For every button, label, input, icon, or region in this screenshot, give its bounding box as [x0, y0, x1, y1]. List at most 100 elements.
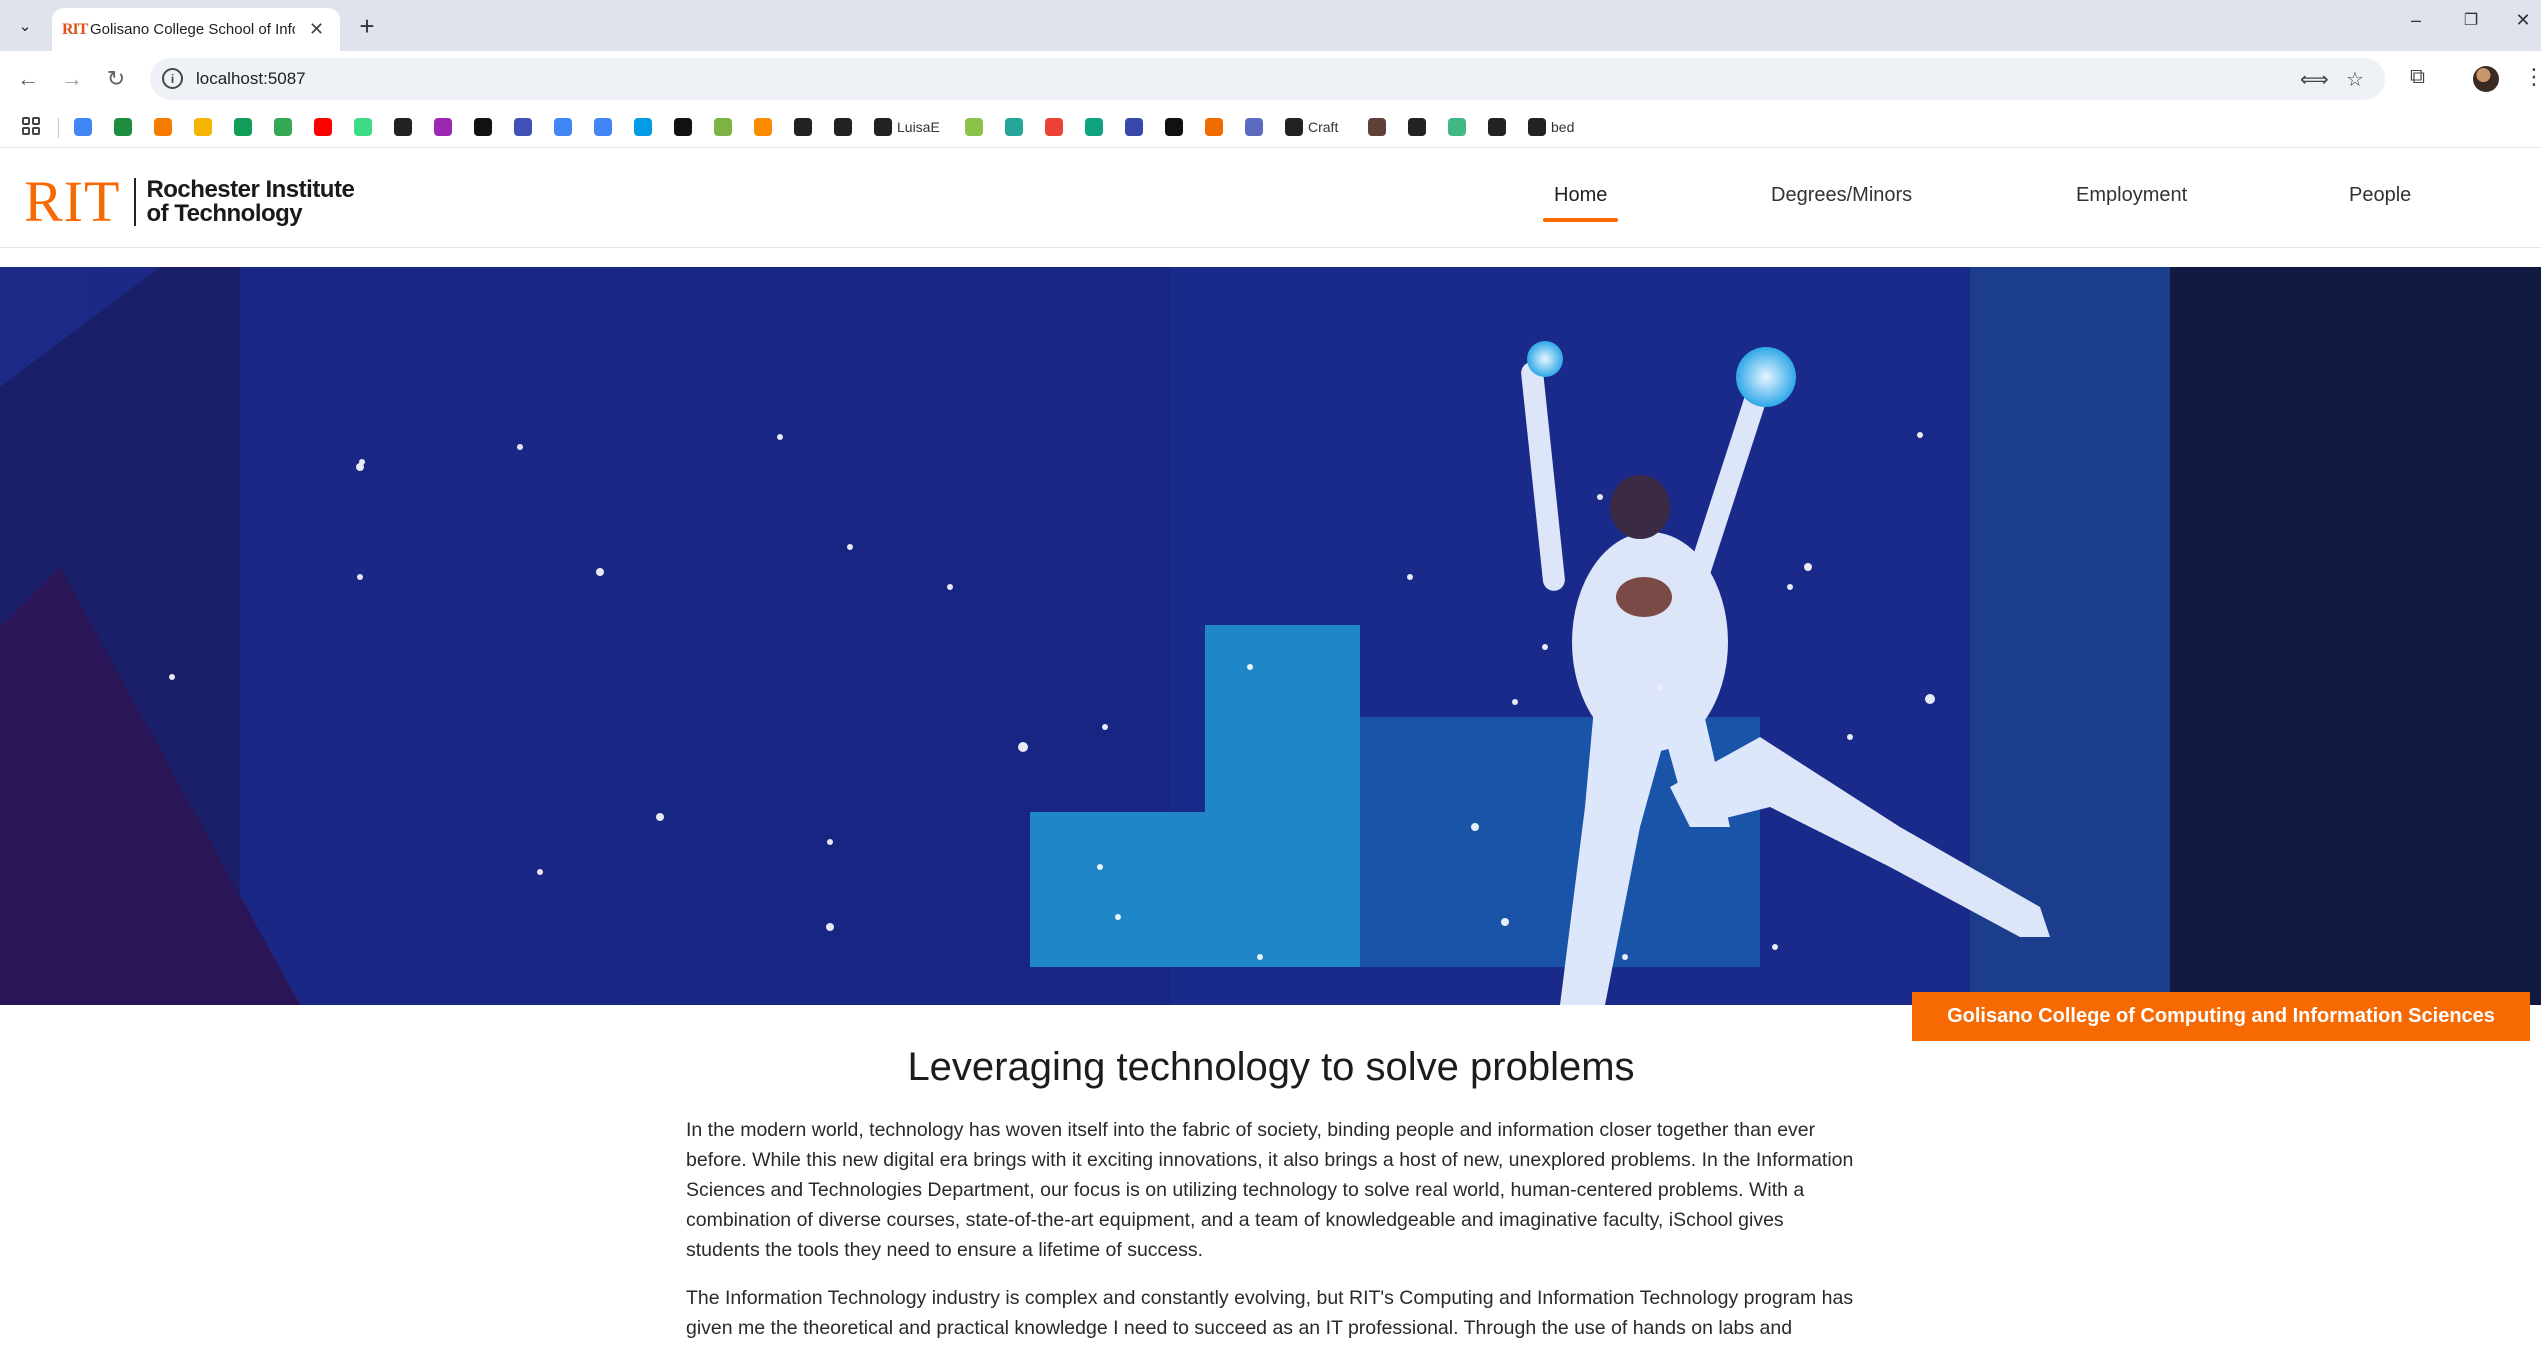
close-window-icon[interactable]: ✕ [2508, 10, 2538, 31]
bookmark-item[interactable] [1205, 117, 1223, 137]
bookmark-item[interactable] [1085, 117, 1103, 137]
notebook-icon [794, 118, 812, 136]
nav-degrees-minors[interactable]: Degrees/Minors [1771, 184, 1912, 207]
stack-icon [834, 118, 852, 136]
bookmark-item[interactable] [274, 117, 292, 137]
bookmark-item[interactable]: LuisaE [874, 117, 940, 137]
bookmark-item[interactable] [394, 117, 412, 137]
restore-icon[interactable]: ❐ [2456, 10, 2486, 30]
nav-active-indicator [1543, 218, 1618, 222]
calendar-icon [634, 118, 652, 136]
tab-title: Golisano College School of Information [90, 21, 295, 38]
bookmark-item[interactable] [74, 117, 92, 137]
image-icon [965, 118, 983, 136]
bookmark-item[interactable] [194, 117, 212, 137]
tab-search-chevron-icon[interactable]: ⌄ [10, 11, 40, 41]
forward-arrow-icon[interactable]: → [56, 63, 88, 95]
bookmark-star-icon[interactable]: ☆ [2346, 67, 2364, 92]
bookmark-item[interactable] [114, 117, 132, 137]
bookmark-item[interactable] [1488, 117, 1506, 137]
site-info-icon[interactable]: i [162, 68, 183, 89]
gmail-icon [1045, 118, 1063, 136]
browser-tab[interactable]: RIT Golisano College School of Informati… [52, 8, 340, 51]
bookmark-item[interactable] [154, 117, 172, 137]
bookmark-item[interactable] [514, 117, 532, 137]
bookmark-item[interactable] [434, 117, 452, 137]
apps-grid-icon[interactable] [22, 117, 40, 135]
bookmark-item[interactable]: Craft [1285, 117, 1338, 137]
browser-toolbar: ← → ↻ i localhost:5087 ⟺ ☆ ⧉ ⋮ [0, 51, 2541, 107]
api-icon [1205, 118, 1223, 136]
bookmarks-bar [0, 107, 2541, 148]
address-url[interactable]: localhost:5087 [196, 69, 306, 89]
profile-avatar[interactable] [2473, 66, 2499, 92]
bookmark-item[interactable] [1005, 117, 1023, 137]
cube-icon [1488, 118, 1506, 136]
sparkle-icon [554, 118, 572, 136]
hero-image [0, 267, 2541, 1005]
nav-employment[interactable]: Employment [2076, 184, 2187, 207]
bookmark-item[interactable] [1245, 117, 1263, 137]
translate-icon[interactable]: ⟺ [2300, 67, 2329, 92]
gear-icon [154, 118, 172, 136]
bookmark-item[interactable] [834, 117, 852, 137]
new-tab-plus-icon[interactable]: + [352, 11, 382, 41]
bookmarks-separator [58, 118, 59, 138]
browser-tab-strip: ⌄ RIT Golisano College School of Informa… [0, 0, 2541, 51]
spiral-icon [714, 118, 732, 136]
rit-logo[interactable]: RIT Rochester Institute of Technology [24, 169, 355, 234]
tools-icon [1125, 118, 1143, 136]
nav-people[interactable]: People [2349, 184, 2411, 207]
bookmark-item[interactable] [474, 117, 492, 137]
bookmark-item[interactable] [794, 117, 812, 137]
slides-icon [194, 118, 212, 136]
bookmark-item[interactable] [1448, 117, 1466, 137]
site-header: RIT Rochester Institute of Technology Ho… [0, 149, 2541, 248]
bookmark-item[interactable]: bed [1528, 117, 1574, 137]
testimonial-paragraph: The Information Technology industry is c… [686, 1287, 1854, 1339]
sun-icon [754, 118, 772, 136]
logo-wordmark: Rochester Institute of Technology [146, 178, 354, 226]
intro-paragraph: In the modern world, technology has wove… [686, 1119, 1854, 1261]
translate-icon [594, 118, 612, 136]
back-arrow-icon[interactable]: ← [12, 63, 44, 95]
hero-dancer-illustration [0, 267, 2541, 1005]
m-icon [1165, 118, 1183, 136]
drive-icon [274, 118, 292, 136]
bookmark-item[interactable] [714, 117, 732, 137]
college-badge: Golisano College of Computing and Inform… [1912, 992, 2530, 1041]
bookmark-label: LuisaE [897, 119, 940, 135]
bookmark-item[interactable] [554, 117, 572, 137]
nav-home[interactable]: Home [1554, 184, 1607, 207]
reload-icon[interactable]: ↻ [100, 63, 132, 95]
bookmark-item[interactable] [634, 117, 652, 137]
bookmark-item[interactable] [1165, 117, 1183, 137]
bookmark-item[interactable] [1368, 117, 1386, 137]
bookmark-item[interactable] [594, 117, 612, 137]
bookmark-item[interactable] [354, 117, 372, 137]
bookmark-item[interactable] [1125, 117, 1143, 137]
chat-icon [1085, 118, 1103, 136]
bookmark-item[interactable] [1045, 117, 1063, 137]
tab-favicon: RIT [62, 20, 88, 38]
close-tab-icon[interactable]: ✕ [309, 19, 324, 40]
app-icon [114, 118, 132, 136]
logo-divider [134, 178, 137, 226]
bookmark-item[interactable] [314, 117, 332, 137]
logo-mark: RIT [24, 169, 121, 234]
logo-line-1: Rochester Institute [146, 176, 355, 203]
bookmark-item[interactable] [234, 117, 252, 137]
minimize-icon[interactable]: – [2401, 10, 2431, 31]
shield-icon [1245, 118, 1263, 136]
pen-icon [674, 118, 692, 136]
bookmark-item[interactable] [965, 117, 983, 137]
bookmark-item[interactable] [1408, 117, 1426, 137]
bookmark-item[interactable] [754, 117, 772, 137]
menu-kebab-icon[interactable]: ⋮ [2523, 64, 2541, 90]
bookmark-item[interactable] [674, 117, 692, 137]
loop-icon [434, 118, 452, 136]
vue-icon [1448, 118, 1466, 136]
docs-icon [74, 118, 92, 136]
extensions-puzzle-icon[interactable]: ⧉ [2410, 65, 2425, 89]
address-bar[interactable]: i localhost:5087 ⟺ ☆ [150, 58, 2385, 100]
